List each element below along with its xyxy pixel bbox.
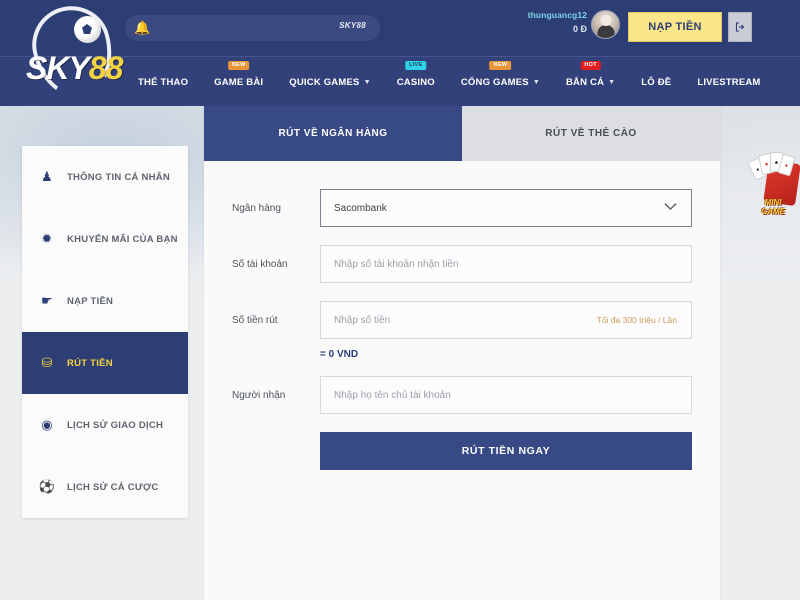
nav-item-5[interactable]: NEW CỔNG GAMES ▼ [448, 57, 553, 107]
user-icon: ♟ [41, 169, 53, 184]
account-number-row: Số tài khoản Nhập số tài khoản nhận tiền [232, 245, 692, 283]
account-number-placeholder: Nhập số tài khoản nhận tiền [334, 258, 459, 270]
nav-item-7[interactable]: LÔ ĐỀ [628, 57, 684, 107]
withdraw-form: Ngân hàng Sacombank Số tài khoản Nhập số… [204, 161, 720, 500]
sidebar-item-5[interactable]: ◉ LỊCH SỬ GIAO DỊCH [22, 394, 188, 456]
receiver-field[interactable]: Nhập họ tên chủ tài khoản [320, 376, 692, 414]
ticker-text: SKY88 [339, 21, 366, 30]
logout-icon [735, 22, 745, 32]
nav-item-list: THỂ THAO NEW GAME BÀI QUICK GAMES ▼ LIVE CASIN… [125, 57, 774, 107]
minigame-floating-button[interactable]: ♠ ♥ ♣ ♦ MINI GAME [746, 148, 800, 220]
sidebar-item-6[interactable]: ⚽ LỊCH SỬ CÁ CƯỢC [22, 456, 188, 518]
account-sidebar: ♟ THÔNG TIN CÁ NHÂN ✹ KHUYẾN MÃI CỦA BẠN ☛ NẠ… [22, 146, 188, 518]
nav-item-4[interactable]: LIVE CASINO [384, 57, 448, 107]
bank-select[interactable]: Sacombank [320, 189, 692, 227]
account-number-label: Số tài khoản [232, 258, 288, 270]
withdraw-method-tabs: RÚT VỀ NGÂN HÀNG RÚT VỀ THẺ CÀO [204, 106, 720, 161]
deposit-button[interactable]: NẠP TIỀN [628, 12, 722, 42]
receiver-placeholder: Nhập họ tên chủ tài khoản [334, 389, 451, 401]
account-number-field[interactable]: Nhập số tài khoản nhận tiền [320, 245, 692, 283]
nav-badge-hot: HOT [580, 61, 601, 70]
announcement-ticker[interactable]: 🔔 SKY88 [125, 15, 380, 41]
submit-row: RÚT TIỀN NGAY [320, 432, 692, 500]
page-body: ♟ THÔNG TIN CÁ NHÂN ✹ KHUYẾN MÃI CỦA BẠN ☛ NẠ… [0, 106, 800, 600]
nav-item-label: GAME BÀI [214, 76, 264, 88]
tab-2[interactable]: RÚT VỀ THẺ CÀO [462, 106, 720, 161]
nav-item-6[interactable]: HOT BẮN CÁ ▼ [553, 57, 628, 107]
sidebar-item-label: KHUYẾN MÃI CỦA BẠN [67, 233, 178, 245]
nav-item-2[interactable]: NEW GAME BÀI [201, 57, 276, 107]
deposit-hand-icon: ☛ [41, 293, 53, 308]
playing-cards-icon: ♠ ♥ ♣ ♦ [747, 150, 796, 190]
amount-label: Số tiền rút [232, 314, 278, 326]
withdraw-submit-button[interactable]: RÚT TIỀN NGAY [320, 432, 692, 470]
nav-item-label: THỂ THAO [138, 76, 189, 88]
receiver-label: Người nhận [232, 389, 286, 401]
withdraw-panel: RÚT VỀ NGÂN HÀNG RÚT VỀ THẺ CÀO Ngân hàng… [204, 106, 720, 600]
sidebar-item-4[interactable]: ⛁ RÚT TIỀN [22, 332, 188, 394]
nav-item-label: QUICK GAMES [289, 76, 360, 88]
amount-max-hint: Tối đa 300 triệu / Lần [596, 315, 677, 325]
sidebar-item-3[interactable]: ☛ NẠP TIỀN [22, 270, 188, 332]
nav-badge-new: NEW [227, 61, 250, 70]
amount-field[interactable]: Nhập số tiền Tối đa 300 triệu / Lần [320, 301, 692, 339]
sidebar-item-label: LỊCH SỬ GIAO DỊCH [67, 419, 164, 431]
user-info[interactable]: thunguancg12 0 Ð [528, 10, 587, 36]
logout-button[interactable] [728, 12, 752, 42]
sidebar-item-label: RÚT TIỀN [67, 357, 113, 369]
nav-item-label: CỔNG GAMES [460, 76, 529, 88]
nav-item-label: CASINO [396, 76, 435, 88]
logo-text-primary: SKY [26, 50, 90, 86]
balance-label: 0 Ð [572, 24, 587, 35]
nav-item-label: LIVESTREAM [697, 76, 761, 88]
sidebar-item-label: NẠP TIỀN [67, 295, 114, 307]
minigame-label-line2: GAME [761, 206, 785, 216]
soccer-ball-icon: ⚽ [38, 479, 56, 494]
nav-item-3[interactable]: QUICK GAMES ▼ [276, 57, 383, 107]
amount-row: Số tiền rút Nhập số tiền Tối đa 300 triệ… [232, 301, 692, 339]
sidebar-item-2[interactable]: ✹ KHUYẾN MÃI CỦA BẠN [22, 208, 188, 270]
nav-item-label: LÔ ĐỀ [641, 76, 672, 88]
tab-1[interactable]: RÚT VỀ NGÂN HÀNG [204, 106, 462, 161]
chevron-down-icon [664, 202, 677, 214]
chevron-down-icon: ▼ [363, 78, 371, 86]
bell-notification-icon: 🔔 [134, 20, 151, 35]
amount-placeholder: Nhập số tiền [334, 314, 391, 326]
receiver-row: Người nhận Nhập họ tên chủ tài khoản [232, 376, 692, 414]
nav-badge-new: NEW [489, 61, 512, 70]
sidebar-item-1[interactable]: ♟ THÔNG TIN CÁ NHÂN [22, 146, 188, 208]
bank-label: Ngân hàng [232, 202, 281, 214]
chevron-down-icon: ▼ [532, 78, 540, 86]
bank-row: Ngân hàng Sacombank [232, 189, 692, 227]
logo-wordmark: SKY88 [26, 50, 124, 86]
gift-promo-icon: ✹ [41, 231, 53, 246]
soccer-ball-icon [74, 16, 101, 43]
nav-item-8[interactable]: LIVESTREAM [684, 57, 773, 107]
nav-badge-live: LIVE [405, 61, 427, 70]
sidebar-item-label: LỊCH SỬ CÁ CƯỢC [67, 481, 159, 493]
sidebar-item-label: THÔNG TIN CÁ NHÂN [67, 171, 170, 183]
nav-item-label: BẮN CÁ [565, 76, 605, 88]
logo-text-accent: 88 [88, 50, 124, 86]
chevron-down-icon: ▼ [608, 78, 616, 86]
nav-item-1[interactable]: THỂ THAO [125, 57, 201, 107]
site-logo[interactable]: SKY88 [12, 0, 130, 115]
minigame-label: MINI GAME [748, 199, 798, 216]
clock-history-icon: ◉ [41, 417, 53, 432]
converted-amount: = 0 VND [320, 349, 359, 360]
bank-selected-value: Sacombank [334, 202, 387, 214]
withdraw-coin-icon: ⛁ [41, 355, 53, 370]
username-label: thunguancg12 [527, 10, 587, 20]
avatar[interactable] [591, 10, 620, 39]
